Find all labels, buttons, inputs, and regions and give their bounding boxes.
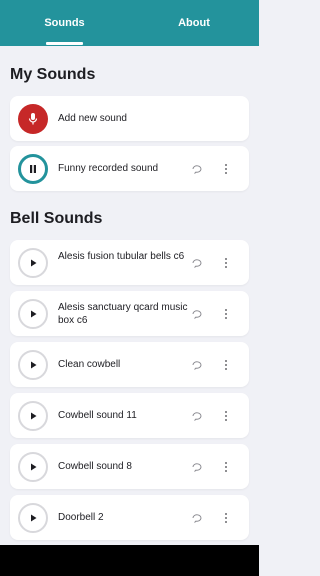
play-button[interactable] [18, 401, 48, 431]
sound-name: Funny recorded sound [58, 163, 159, 174]
sound-name: Alesis fusion tubular bells c6 [58, 251, 185, 262]
loop-icon[interactable] [191, 512, 203, 524]
list-item[interactable]: Cowbell sound 8 [10, 444, 249, 489]
play-icon [31, 412, 37, 420]
list-item[interactable]: Clean cowbell [10, 342, 249, 387]
more-options-icon[interactable] [220, 409, 232, 423]
my-sounds-heading: My Sounds [10, 66, 96, 83]
list-item[interactable]: Alesis sanctuary qcard music box c6 [10, 291, 249, 336]
list-item[interactable]: Funny recorded sound [10, 146, 249, 191]
more-options-icon[interactable] [220, 256, 232, 270]
pause-icon [30, 165, 36, 173]
more-options-icon[interactable] [220, 162, 232, 176]
microphone-icon [28, 113, 38, 125]
play-button[interactable] [18, 503, 48, 533]
list-item[interactable]: Cowbell sound 11 [10, 393, 249, 438]
sound-name: Alesis sanctuary qcard music box c6 [58, 302, 188, 326]
loop-icon[interactable] [191, 359, 203, 371]
loop-icon[interactable] [191, 257, 203, 269]
tab-about[interactable]: About [129, 0, 259, 46]
loop-icon[interactable] [191, 163, 203, 175]
more-options-icon[interactable] [220, 511, 232, 525]
play-button[interactable] [18, 350, 48, 380]
sound-name: Clean cowbell [58, 359, 121, 370]
loop-icon[interactable] [191, 410, 203, 422]
sound-name: Cowbell sound 11 [58, 410, 137, 421]
play-button[interactable] [18, 248, 48, 278]
list-item[interactable]: Doorbell 2 [10, 495, 249, 540]
system-navigation-bar [0, 545, 259, 576]
play-icon [31, 310, 37, 318]
bell-sounds-heading: Bell Sounds [10, 210, 103, 227]
play-button[interactable] [18, 452, 48, 482]
play-icon [31, 514, 37, 522]
pause-button[interactable] [18, 154, 48, 184]
play-button[interactable] [18, 299, 48, 329]
tab-bar: Sounds About [0, 0, 259, 46]
loop-icon[interactable] [191, 308, 203, 320]
sound-name: Cowbell sound 8 [58, 461, 132, 472]
record-button[interactable] [18, 104, 48, 134]
loop-icon[interactable] [191, 461, 203, 473]
sound-name: Doorbell 2 [58, 512, 104, 523]
add-new-sound-row[interactable]: Add new sound [10, 96, 249, 141]
sound-list[interactable]: My Sounds Add new sound Funny recorded s… [0, 46, 259, 545]
add-new-sound-label: Add new sound [58, 113, 127, 124]
more-options-icon[interactable] [220, 358, 232, 372]
play-icon [31, 361, 37, 369]
play-icon [31, 463, 37, 471]
tab-sounds[interactable]: Sounds [0, 0, 129, 46]
more-options-icon[interactable] [220, 307, 232, 321]
play-icon [31, 259, 37, 267]
active-tab-indicator [46, 42, 83, 45]
more-options-icon[interactable] [220, 460, 232, 474]
list-item[interactable]: Alesis fusion tubular bells c6 [10, 240, 249, 285]
